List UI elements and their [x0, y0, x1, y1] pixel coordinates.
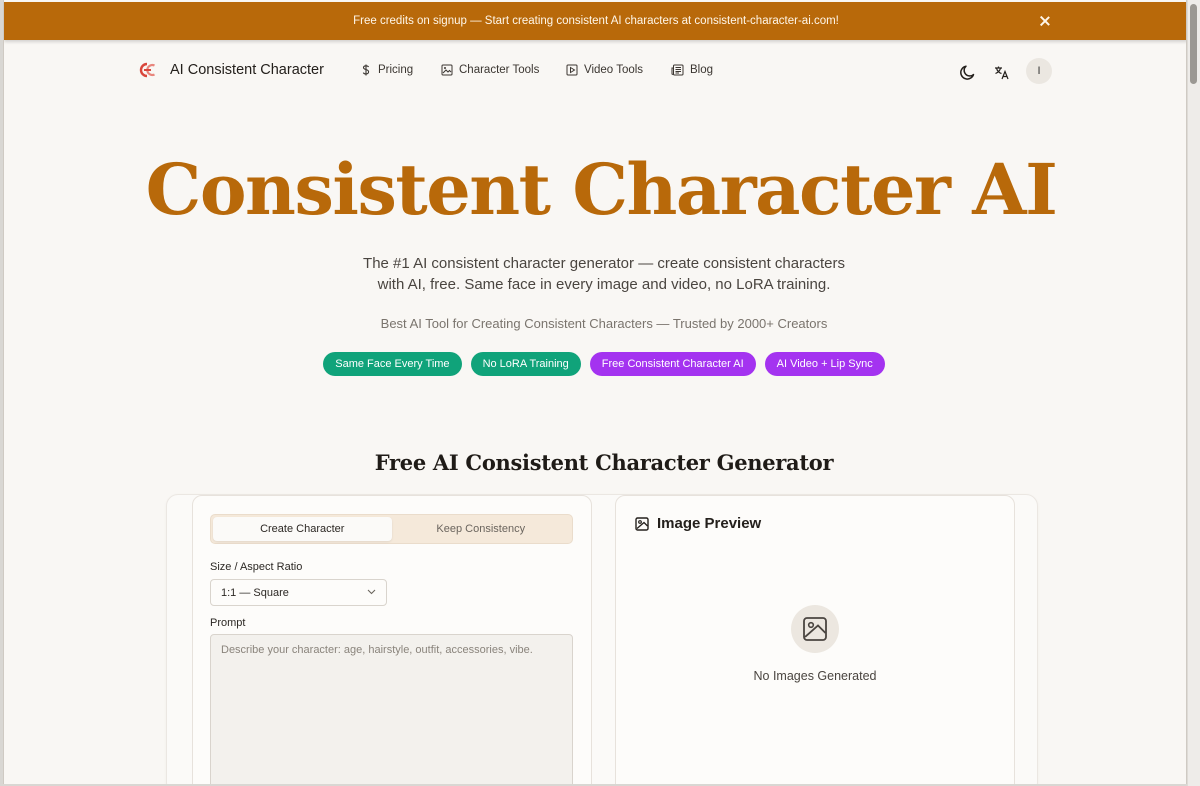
- mode-tabs: Create Character Keep Consistency: [210, 514, 573, 544]
- nav-character-tools[interactable]: Character Tools: [441, 64, 539, 76]
- size-label: Size / Aspect Ratio: [210, 561, 303, 573]
- avatar[interactable]: I: [1026, 58, 1052, 84]
- brand-name[interactable]: AI Consistent Character: [170, 62, 324, 78]
- pill-video-lipsync: AI Video + Lip Sync: [764, 352, 885, 376]
- hero-tagline: Best AI Tool for Creating Consistent Cha…: [380, 316, 828, 331]
- hero-subtitle-line-2: with AI, free. Same face in every image …: [377, 276, 831, 293]
- nav-video-tools-label: Video Tools: [584, 64, 644, 76]
- prompt-input[interactable]: [210, 634, 573, 784]
- pill-free-ai: Free Consistent Character AI: [589, 352, 756, 376]
- size-select-value: 1:1 — Square: [221, 586, 289, 599]
- browser-viewport: Free credits on signup — Start creating …: [3, 0, 1187, 784]
- tab-keep-consistency[interactable]: Keep Consistency: [392, 517, 571, 541]
- pill-same-face: Same Face Every Time: [323, 352, 462, 376]
- preview-title: Image Preview: [657, 515, 762, 532]
- preview-empty-text: No Images Generated: [753, 669, 877, 683]
- banner-text: Free credits on signup — Start creating …: [353, 15, 839, 27]
- nav-blog-label: Blog: [690, 64, 714, 76]
- size-select[interactable]: 1:1 — Square: [210, 579, 387, 606]
- nav-blog[interactable]: Blog: [671, 64, 713, 76]
- feature-pills: Same Face Every Time No LoRA Training Fr…: [4, 352, 1186, 376]
- promo-banner: Free credits on signup — Start creating …: [4, 2, 1186, 40]
- newspaper-icon: [671, 64, 684, 76]
- hero-subtitle-line-1: The #1 AI consistent character generator…: [363, 255, 845, 272]
- scrollbar[interactable]: [1187, 0, 1200, 786]
- hero-title: Consistent Character AI: [145, 148, 1058, 231]
- scrollbar-thumb[interactable]: [1190, 4, 1197, 84]
- translate-icon[interactable]: [989, 60, 1013, 84]
- play-box-icon: [566, 64, 578, 76]
- image-icon: [635, 516, 649, 531]
- tab-create-character[interactable]: Create Character: [213, 517, 392, 541]
- logo-icon[interactable]: [139, 62, 157, 78]
- nav-pricing-label: Pricing: [378, 64, 414, 76]
- pill-no-lora: No LoRA Training: [470, 352, 581, 376]
- moon-icon[interactable]: [955, 60, 979, 84]
- hero-subtitle: The #1 AI consistent character generator…: [344, 253, 864, 295]
- nav-video-tools[interactable]: Video Tools: [566, 64, 643, 76]
- close-icon[interactable]: [1036, 12, 1054, 30]
- empty-image-icon: [791, 605, 839, 653]
- top-nav: AI Consistent Character Pricing Characte…: [4, 52, 1186, 90]
- chevron-down-icon: [367, 589, 376, 595]
- dollar-icon: [362, 64, 370, 76]
- generator-title: Free AI Consistent Character Generator: [374, 450, 834, 475]
- nav-character-tools-label: Character Tools: [459, 64, 540, 76]
- nav-pricing[interactable]: Pricing: [360, 64, 413, 76]
- image-box-icon: [441, 64, 453, 76]
- preview-header: Image Preview: [635, 515, 761, 532]
- prompt-label: Prompt: [210, 617, 246, 629]
